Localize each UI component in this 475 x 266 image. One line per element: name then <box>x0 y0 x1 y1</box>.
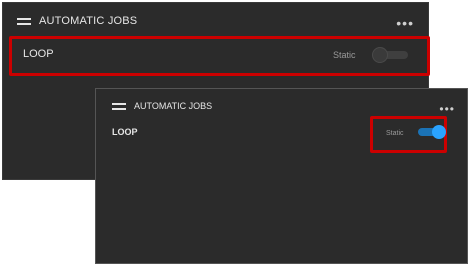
panel-header: AUTOMATIC JOBS <box>17 15 137 27</box>
loop-label: LOOP <box>23 48 54 60</box>
hamburger-icon[interactable] <box>112 102 126 110</box>
highlight-row-box <box>9 36 430 76</box>
loop-label: LOOP <box>112 127 138 137</box>
more-menu-icon[interactable]: ••• <box>439 103 455 115</box>
hamburger-icon[interactable] <box>17 17 31 25</box>
toggle-knob <box>432 125 446 139</box>
static-label: Static <box>333 50 356 60</box>
toggle-knob <box>372 47 388 63</box>
automatic-jobs-panel-on: AUTOMATIC JOBS ••• LOOP Static <box>95 88 468 264</box>
static-toggle-on[interactable] <box>418 125 448 139</box>
panel-header: AUTOMATIC JOBS <box>112 101 212 111</box>
static-label: Static <box>386 130 404 137</box>
static-toggle-off[interactable] <box>372 47 408 63</box>
panel-title: AUTOMATIC JOBS <box>134 101 213 111</box>
more-menu-icon[interactable]: ••• <box>396 16 414 30</box>
panel-title: AUTOMATIC JOBS <box>39 15 138 27</box>
